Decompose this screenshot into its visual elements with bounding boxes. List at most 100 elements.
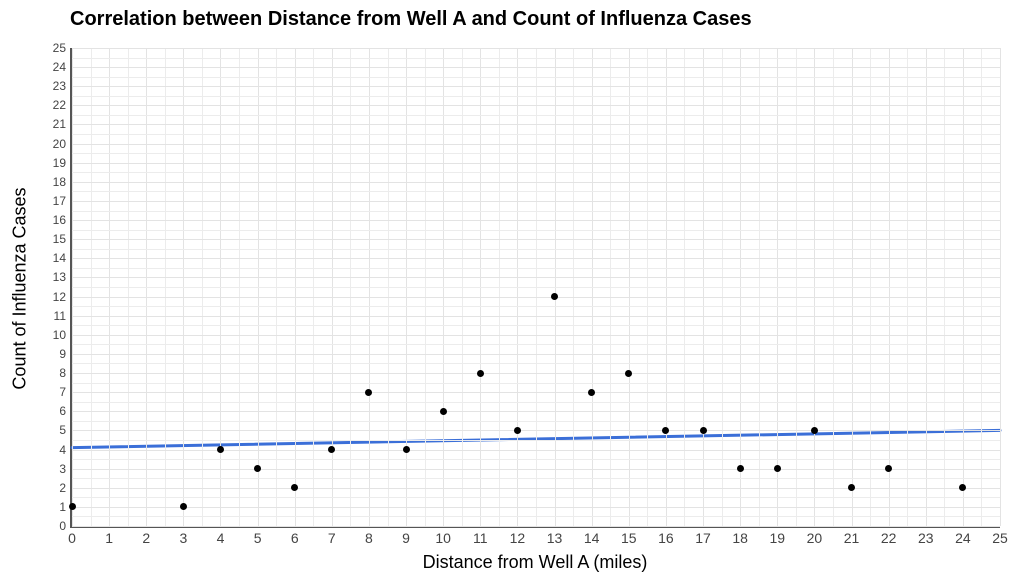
- gridline-h: [72, 268, 1000, 269]
- gridline-h: [72, 67, 1000, 68]
- data-point: [69, 503, 76, 510]
- x-tick: 23: [918, 530, 934, 546]
- gridline-h: [72, 459, 1000, 460]
- gridline-h: [72, 86, 1000, 87]
- gridline-h: [72, 316, 1000, 317]
- chart: Correlation between Distance from Well A…: [0, 0, 1024, 586]
- data-point: [365, 389, 372, 396]
- gridline-h: [72, 258, 1000, 259]
- gridline-h: [72, 48, 1000, 49]
- y-tick: 11: [54, 310, 66, 322]
- y-tick: 15: [53, 233, 66, 245]
- data-point: [328, 446, 335, 453]
- x-tick: 8: [365, 530, 373, 546]
- gridline-h: [72, 182, 1000, 183]
- x-tick: 6: [291, 530, 299, 546]
- gridline-h: [72, 516, 1000, 517]
- gridline-h: [72, 411, 1000, 412]
- data-point: [551, 293, 558, 300]
- data-point: [959, 484, 966, 491]
- data-point: [403, 446, 410, 453]
- x-tick: 11: [473, 530, 488, 546]
- gridline-h: [72, 363, 1000, 364]
- y-tick: 2: [59, 482, 66, 494]
- y-tick: 10: [53, 329, 66, 341]
- gridline-h: [72, 354, 1000, 355]
- gridline-h: [72, 115, 1000, 116]
- x-tick: 16: [658, 530, 674, 546]
- x-tick: 9: [402, 530, 410, 546]
- y-tick: 17: [53, 195, 66, 207]
- y-tick: 24: [53, 61, 66, 73]
- data-point: [774, 465, 781, 472]
- y-tick: 16: [53, 214, 66, 226]
- gridline-h: [72, 163, 1000, 164]
- gridline-h: [72, 488, 1000, 489]
- gridline-h: [72, 230, 1000, 231]
- y-tick: 4: [59, 444, 66, 456]
- y-tick: 9: [59, 348, 66, 360]
- gridline-h: [72, 344, 1000, 345]
- gridline-h: [72, 421, 1000, 422]
- y-tick: 13: [53, 271, 66, 283]
- x-tick: 15: [621, 530, 637, 546]
- y-tick: 14: [53, 252, 66, 264]
- gridline-h: [72, 507, 1000, 508]
- x-tick: 1: [105, 530, 113, 546]
- gridline-h: [72, 201, 1000, 202]
- x-tick: 5: [254, 530, 262, 546]
- data-point: [848, 484, 855, 491]
- gridline-h: [72, 191, 1000, 192]
- y-tick: 8: [59, 367, 66, 379]
- data-point: [737, 465, 744, 472]
- x-tick: 2: [142, 530, 150, 546]
- plot-area: 0123456789101112131415161718192021222324…: [70, 48, 1000, 528]
- gridline-h: [72, 478, 1000, 479]
- gridline-h: [72, 526, 1000, 527]
- y-tick: 1: [59, 501, 66, 513]
- x-tick: 25: [992, 530, 1008, 546]
- y-tick: 21: [53, 118, 66, 130]
- y-tick: 18: [53, 176, 66, 188]
- gridline-h: [72, 297, 1000, 298]
- chart-title: Correlation between Distance from Well A…: [70, 8, 752, 31]
- x-tick: 24: [955, 530, 971, 546]
- gridline-v: [1000, 48, 1001, 526]
- y-tick: 20: [53, 138, 66, 150]
- x-tick: 3: [179, 530, 187, 546]
- gridline-h: [72, 383, 1000, 384]
- x-tick: 0: [68, 530, 76, 546]
- gridline-h: [72, 124, 1000, 125]
- x-tick: 17: [695, 530, 711, 546]
- x-tick: 13: [547, 530, 563, 546]
- gridline-h: [72, 440, 1000, 441]
- x-tick: 18: [732, 530, 748, 546]
- y-tick: 3: [59, 463, 66, 475]
- x-tick: 7: [328, 530, 336, 546]
- gridline-h: [72, 220, 1000, 221]
- y-axis-label-wrap: Count of Influenza Cases: [6, 48, 34, 528]
- data-point: [477, 370, 484, 377]
- gridline-h: [72, 469, 1000, 470]
- data-point: [625, 370, 632, 377]
- x-tick: 22: [881, 530, 897, 546]
- data-point: [440, 408, 447, 415]
- gridline-h: [72, 287, 1000, 288]
- data-point: [662, 427, 669, 434]
- y-axis-label: Count of Influenza Cases: [10, 187, 31, 389]
- y-tick: 22: [53, 99, 66, 111]
- y-tick: 23: [53, 80, 66, 92]
- data-point: [885, 465, 892, 472]
- gridline-h: [72, 105, 1000, 106]
- data-point: [514, 427, 521, 434]
- y-tick: 6: [59, 405, 66, 417]
- gridline-h: [72, 96, 1000, 97]
- gridline-h: [72, 335, 1000, 336]
- x-axis-label: Distance from Well A (miles): [70, 552, 1000, 573]
- gridline-h: [72, 373, 1000, 374]
- gridline-h: [72, 402, 1000, 403]
- x-tick: 10: [435, 530, 451, 546]
- y-tick: 5: [59, 424, 66, 436]
- y-tick: 25: [53, 42, 66, 54]
- y-tick: 7: [59, 386, 66, 398]
